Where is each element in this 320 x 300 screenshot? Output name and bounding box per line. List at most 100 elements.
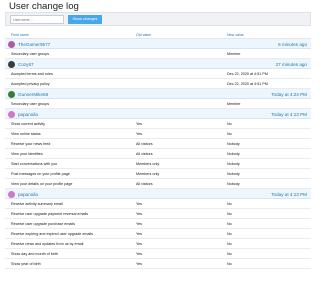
field-name: Post messages on your profile page xyxy=(11,172,70,177)
field-name: View your identities xyxy=(11,152,43,157)
new-value: No xyxy=(227,262,232,267)
field-name: Receive user upgrade payment reversal em… xyxy=(11,212,89,217)
column-header-row: Field name Old value New value xyxy=(5,30,311,39)
new-value: No xyxy=(227,222,232,227)
field-name: Show current activity xyxy=(11,122,46,127)
new-value: Member xyxy=(227,52,241,57)
group-header: papanoila Today at 4:13 PM xyxy=(5,189,311,199)
new-value: No xyxy=(227,232,232,237)
new-value: Nobody xyxy=(227,162,240,167)
username-input[interactable] xyxy=(10,15,64,24)
field-name: View your details on your profile page xyxy=(11,182,73,187)
change-row: View online status Yes No xyxy=(5,129,311,139)
show-changes-button[interactable]: Show changes xyxy=(68,15,102,24)
new-value: No xyxy=(227,242,232,247)
change-row: Secondary user groups Member xyxy=(5,99,311,109)
change-row: Receive your news feed All visitors Nobody xyxy=(5,139,311,149)
change-time[interactable]: Today at 4:24 PM xyxy=(271,92,307,97)
filter-bar: Show changes xyxy=(5,12,311,26)
new-value: Nobody xyxy=(227,172,240,177)
username-link[interactable]: Cozy67 xyxy=(18,62,34,67)
avatar[interactable] xyxy=(8,110,15,118)
field-name: View online status xyxy=(11,132,41,137)
old-value: Members only xyxy=(136,162,160,167)
change-row: Receive user upgrade payment reversal em… xyxy=(5,209,311,219)
change-time[interactable]: Today at 4:13 PM xyxy=(271,192,307,197)
column-header-field: Field name xyxy=(11,33,29,37)
username-link[interactable]: papanoila xyxy=(18,112,38,117)
field-name: Accepted privacy policy xyxy=(11,82,50,87)
old-value: Yes xyxy=(136,132,143,137)
change-group: TheGamer9577 6 minutes ago Secondary use… xyxy=(5,39,311,59)
field-name: Start conversations with you xyxy=(11,162,58,167)
avatar[interactable] xyxy=(8,40,15,48)
change-log-list: TheGamer9577 6 minutes ago Secondary use… xyxy=(5,39,311,269)
new-value: No xyxy=(227,132,232,137)
change-group: Cozy67 27 minutes ago Accepted terms and… xyxy=(5,59,311,89)
change-group: papanoila Today at 4:13 PM Show current … xyxy=(5,109,311,189)
old-value: Yes xyxy=(136,242,143,247)
new-value: Member xyxy=(227,102,241,107)
field-name: Receive your news feed xyxy=(11,142,51,147)
username-link[interactable]: TheGamer9577 xyxy=(18,42,50,47)
old-value: Yes xyxy=(136,232,143,237)
field-name: Show day and month of birth xyxy=(11,252,58,257)
change-group: GunnerMike68 Today at 4:24 PM Secondary … xyxy=(5,89,311,109)
change-row: Receive news and updates from us by emai… xyxy=(5,239,311,249)
group-header: GunnerMike68 Today at 4:24 PM xyxy=(5,89,311,99)
old-value: Members only xyxy=(136,172,160,177)
change-time[interactable]: 6 minutes ago xyxy=(278,42,307,47)
column-header-new: New value xyxy=(227,33,244,37)
new-value: No xyxy=(227,252,232,257)
old-value: Yes xyxy=(136,222,143,227)
change-row: Receive user upgrade purchase emails Yes N… xyxy=(5,219,311,229)
old-value: Yes xyxy=(136,122,143,127)
change-row: Receive expiring and expired user upgrad… xyxy=(5,229,311,239)
new-value: No xyxy=(227,212,232,217)
field-name: Receive user upgrade purchase emails xyxy=(11,222,75,227)
old-value: Yes xyxy=(136,202,143,207)
change-group: papanoila Today at 4:13 PM Receive activ… xyxy=(5,189,311,269)
avatar[interactable] xyxy=(8,60,15,68)
field-name: Receive expiring and expired user upgrad… xyxy=(11,232,93,237)
new-value: Nobody xyxy=(227,142,240,147)
new-value: No xyxy=(227,122,232,127)
column-header-old: Old value xyxy=(136,33,152,37)
old-value: Yes xyxy=(136,212,143,217)
field-name: Accepted terms and rules xyxy=(11,72,53,77)
group-header: Cozy67 27 minutes ago xyxy=(5,59,311,69)
new-value: Nobody xyxy=(227,152,240,157)
change-row: Show day and month of birth Yes No xyxy=(5,249,311,259)
avatar[interactable] xyxy=(8,190,15,198)
old-value: All visitors xyxy=(136,182,153,187)
old-value: All visitors xyxy=(136,152,153,157)
change-row: Receive activity summary email Yes No xyxy=(5,199,311,209)
new-value: Dec 22, 2020 at 4:51 PM xyxy=(227,72,268,77)
username-link[interactable]: GunnerMike68 xyxy=(18,92,48,97)
old-value: All visitors xyxy=(136,142,153,147)
field-name: Show year of birth xyxy=(11,262,41,267)
new-value: Nobody xyxy=(227,182,240,187)
field-name: Receive news and updates from us by emai… xyxy=(11,242,84,247)
field-name: Receive activity summary email xyxy=(11,202,63,207)
change-row: View your details on your profile page Al… xyxy=(5,179,311,189)
change-row: Secondary user groups Member xyxy=(5,49,311,59)
change-row: Post messages on your profile page Member… xyxy=(5,169,311,179)
field-name: Secondary user groups xyxy=(11,102,50,107)
change-row: Show current activity Yes No xyxy=(5,119,311,129)
change-row: Accepted privacy policy Dec 22, 2020 at 4… xyxy=(5,79,311,89)
group-header: papanoila Today at 4:13 PM xyxy=(5,109,311,119)
group-header: TheGamer9577 6 minutes ago xyxy=(5,39,311,49)
page-title: User change log xyxy=(9,1,79,12)
new-value: No xyxy=(227,202,232,207)
old-value: Yes xyxy=(136,262,143,267)
change-row: Show year of birth Yes No xyxy=(5,259,311,269)
change-time[interactable]: Today at 4:13 PM xyxy=(271,112,307,117)
change-row: Accepted terms and rules Dec 22, 2020 at … xyxy=(5,69,311,79)
change-time[interactable]: 27 minutes ago xyxy=(276,62,307,67)
avatar[interactable] xyxy=(8,90,15,98)
old-value: Yes xyxy=(136,252,143,257)
change-row: Start conversations with you Members only… xyxy=(5,159,311,169)
username-link[interactable]: papanoila xyxy=(18,192,38,197)
field-name: Secondary user groups xyxy=(11,52,50,57)
